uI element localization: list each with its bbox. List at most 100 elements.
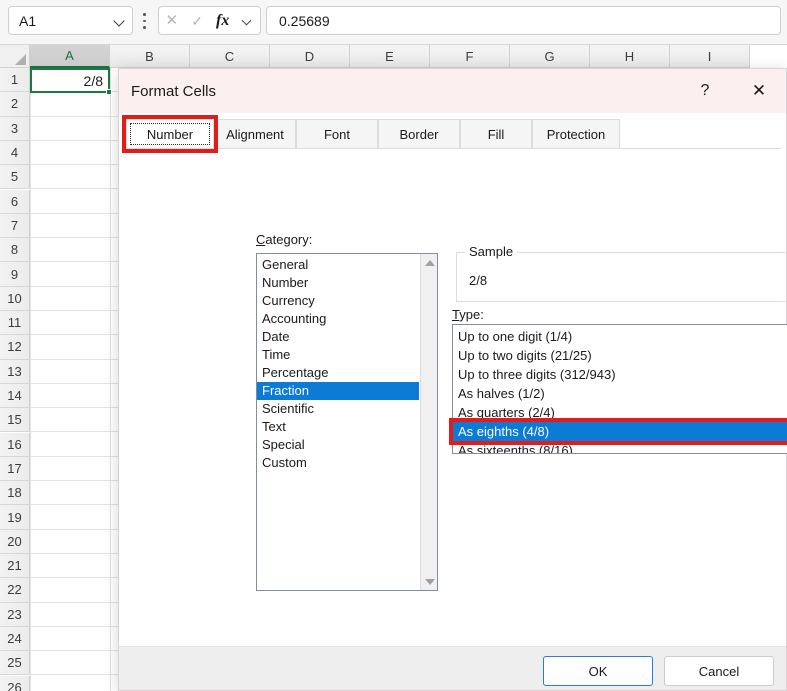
cancel-button[interactable]: Cancel: [664, 656, 774, 686]
row-header-4[interactable]: 4: [0, 140, 30, 166]
category-item-date[interactable]: Date: [257, 328, 419, 346]
row-header-9[interactable]: 9: [0, 262, 30, 287]
column-header-d[interactable]: D: [270, 45, 350, 68]
name-box[interactable]: A1: [8, 6, 133, 35]
tab-alignment[interactable]: Alignment: [214, 119, 296, 149]
column-header-e[interactable]: E: [350, 45, 430, 68]
name-box-value: A1: [19, 12, 37, 29]
format-cells-dialog: Format Cells ? ✕ Number Alignment Font Bord…: [118, 68, 787, 691]
column-header-a[interactable]: A: [30, 45, 110, 68]
row-header-12[interactable]: 12: [0, 335, 30, 360]
category-item-accounting[interactable]: Accounting: [257, 310, 419, 328]
row-header-14[interactable]: 14: [0, 383, 30, 409]
type-item[interactable]: Up to three digits (312/943): [453, 365, 787, 384]
sample-groupbox: Sample 2/8: [456, 244, 787, 302]
select-all-corner[interactable]: [0, 45, 30, 68]
type-items: Up to one digit (1/4) Up to two digits (2…: [453, 327, 787, 453]
category-listbox[interactable]: General Number Currency Accounting Date Time P…: [256, 253, 438, 591]
row-header-6[interactable]: 6: [0, 189, 30, 214]
category-item-number[interactable]: Number: [257, 274, 419, 292]
row-header-5[interactable]: 5: [0, 165, 30, 190]
row-header-23[interactable]: 23: [0, 602, 30, 627]
category-item-special[interactable]: Special: [257, 436, 419, 454]
row-header-11[interactable]: 11: [0, 311, 30, 336]
scroll-down-icon[interactable]: [421, 573, 437, 590]
category-item-percentage[interactable]: Percentage: [257, 364, 419, 382]
type-label: Type:: [452, 307, 484, 322]
row-header-16[interactable]: 16: [0, 432, 30, 457]
insert-function-icon[interactable]: fx: [216, 12, 229, 29]
tab-label: Font: [323, 126, 350, 142]
more-options-icon[interactable]: [143, 13, 147, 30]
type-item[interactable]: As sixteenths (8/16): [453, 441, 787, 453]
column-header-i[interactable]: I: [670, 45, 750, 68]
ok-button[interactable]: OK: [543, 656, 653, 686]
row-header-2[interactable]: 2: [0, 92, 30, 117]
tab-label: Protection: [546, 126, 606, 142]
tab-border[interactable]: Border: [378, 119, 460, 149]
type-item[interactable]: As quarters (2/4): [453, 403, 787, 422]
category-label: Category:: [256, 232, 313, 247]
row-header-8[interactable]: 8: [0, 238, 30, 263]
help-icon[interactable]: ?: [682, 69, 728, 113]
formula-input[interactable]: 0.25689: [266, 6, 781, 35]
row-header-15[interactable]: 15: [0, 408, 30, 433]
column-header-h[interactable]: H: [590, 45, 670, 68]
row-header-17[interactable]: 17: [0, 456, 30, 482]
type-listbox[interactable]: Up to one digit (1/4) Up to two digits (2…: [452, 324, 787, 454]
sample-value: 2/8: [469, 273, 488, 288]
column-header-f[interactable]: F: [430, 45, 510, 68]
row-header-1[interactable]: 1: [0, 68, 30, 93]
category-scrollbar[interactable]: [420, 254, 437, 590]
cancel-icon[interactable]: ✕: [166, 13, 179, 28]
tab-underline: [126, 148, 781, 149]
tab-font[interactable]: Font: [296, 119, 378, 149]
row-header-20[interactable]: 20: [0, 529, 30, 554]
formula-action-group: ✕ ✓ fx: [158, 6, 261, 35]
chevron-down-icon[interactable]: [113, 14, 126, 27]
chevron-down-icon[interactable]: [242, 15, 253, 26]
row-header-19[interactable]: 19: [0, 505, 30, 530]
row-header-7[interactable]: 7: [0, 213, 30, 239]
row-header-10[interactable]: 10: [0, 286, 30, 311]
enter-icon[interactable]: ✓: [191, 14, 203, 28]
dialog-tabs: Number Alignment Font Border Fill Protection: [126, 119, 736, 149]
type-item[interactable]: As eighths (4/8): [453, 422, 787, 441]
category-item-fraction[interactable]: Fraction: [257, 382, 419, 400]
category-item-text[interactable]: Text: [257, 418, 419, 436]
type-item[interactable]: As halves (1/2): [453, 384, 787, 403]
close-icon[interactable]: ✕: [736, 69, 782, 113]
row-header-22[interactable]: 22: [0, 578, 30, 603]
column-header-g[interactable]: G: [510, 45, 590, 68]
category-item-general[interactable]: General: [257, 256, 419, 274]
dialog-title: Format Cells: [131, 82, 217, 100]
tab-label: Border: [399, 126, 439, 142]
scroll-up-icon[interactable]: [421, 254, 437, 271]
column-header-c[interactable]: C: [190, 45, 270, 68]
gridline: [110, 68, 111, 691]
category-item-custom[interactable]: Custom: [257, 454, 419, 472]
row-header-25[interactable]: 25: [0, 651, 30, 676]
category-item-scientific[interactable]: Scientific: [257, 400, 419, 418]
category-item-time[interactable]: Time: [257, 346, 419, 364]
category-items: General Number Currency Accounting Date Time P…: [257, 256, 419, 472]
type-item[interactable]: Up to two digits (21/25): [453, 346, 787, 365]
row-header-21[interactable]: 21: [0, 554, 30, 579]
tab-label: Fill: [487, 126, 505, 142]
row-header-24[interactable]: 24: [0, 626, 30, 652]
type-item[interactable]: Up to one digit (1/4): [453, 327, 787, 346]
tab-protection[interactable]: Protection: [532, 119, 620, 149]
formula-bar: A1 ✕ ✓ fx 0.25689: [0, 0, 787, 45]
gridline: [30, 68, 31, 691]
column-headers: ABCDEFGHI: [30, 45, 787, 68]
row-header-13[interactable]: 13: [0, 359, 30, 384]
tab-fill[interactable]: Fill: [460, 119, 532, 149]
category-item-currency[interactable]: Currency: [257, 292, 419, 310]
row-header-18[interactable]: 18: [0, 481, 30, 506]
row-header-3[interactable]: 3: [0, 116, 30, 141]
fill-handle[interactable]: [106, 89, 112, 95]
tab-number[interactable]: Number: [126, 119, 214, 149]
column-header-b[interactable]: B: [110, 45, 190, 68]
row-header-26[interactable]: 26: [0, 675, 30, 691]
active-cell-a1[interactable]: 2/8: [30, 68, 110, 93]
